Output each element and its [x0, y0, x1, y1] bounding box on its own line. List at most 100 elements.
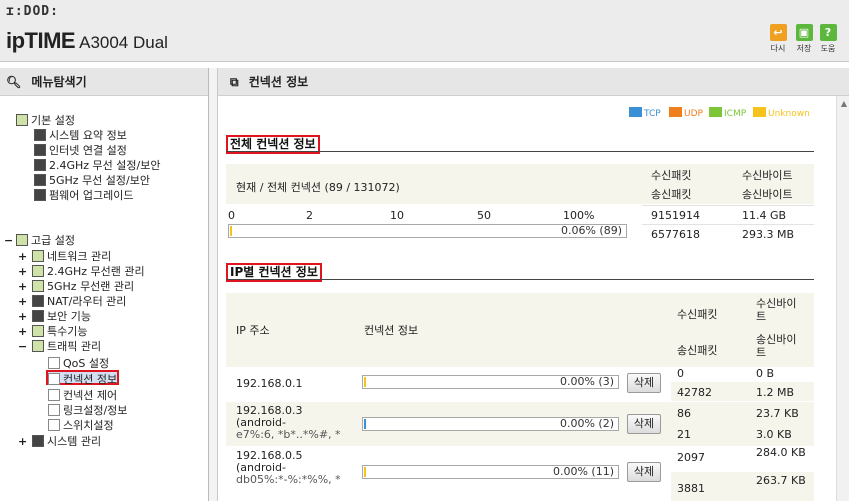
menu-explorer-header: 🔍︎ 메뉴탐색기	[0, 68, 208, 96]
tree-item-firmware[interactable]: 펌웨어 업그레이드	[34, 188, 133, 203]
row-tx-packets: 3881	[677, 482, 705, 495]
row-connection-bar-text: 0.00% (11)	[552, 465, 614, 478]
tree-label: 시스템 관리	[47, 435, 102, 448]
expand-icon[interactable]: +	[18, 309, 28, 324]
collapse-icon[interactable]: −	[18, 339, 28, 354]
expand-icon[interactable]: +	[18, 264, 28, 279]
total-tx-packets: 6577618	[651, 228, 700, 241]
row-tx-bytes: 1.2 MB	[756, 386, 795, 399]
expand-icon[interactable]: +	[18, 249, 28, 264]
expand-icon[interactable]: +	[18, 324, 28, 339]
udp-swatch	[669, 107, 682, 117]
delete-button[interactable]: 삭제	[627, 462, 661, 482]
legend-label: Unknown	[768, 109, 810, 119]
help-button[interactable]: ? 도움	[815, 24, 841, 54]
row-mac-obscured: db05%:*-%:*%%, *	[236, 473, 341, 486]
row-tx-packets: 21	[677, 428, 691, 441]
page-title: 컨넥션 정보	[248, 75, 309, 89]
row-rx-bytes: 284.0 KB	[756, 446, 806, 459]
row-connection-bar-fill	[364, 419, 366, 429]
ip-table-header-shade	[226, 293, 814, 367]
tcp-swatch	[629, 107, 642, 117]
model-name: A3004 Dual	[79, 33, 168, 52]
row-rx-packets: 2097	[677, 451, 705, 464]
page-icon	[48, 389, 60, 401]
folder-icon	[16, 234, 28, 246]
expand-icon[interactable]: +	[18, 434, 28, 449]
wifi-icon	[34, 159, 46, 171]
tree-item-connection-control[interactable]: 컨넥션 제어	[48, 388, 117, 403]
chart-icon	[32, 435, 44, 447]
legend-udp: UDP	[669, 107, 703, 119]
total-rx-bytes: 11.4 GB	[742, 209, 787, 222]
row-tx-bytes: 263.7 KB	[756, 474, 806, 487]
icmp-swatch	[709, 107, 722, 117]
row-divider	[642, 205, 814, 206]
menu-explorer-panel: 🔍︎ 메뉴탐색기 기본 설정 시스템 요약 정보 인터넷 연결 설정 2.4GH…	[0, 68, 209, 501]
vertical-scrollbar[interactable]	[836, 96, 849, 501]
refresh-icon: ↩	[769, 24, 787, 41]
tree-item-wifi24-setup[interactable]: 2.4GHz 무선 설정/보안	[34, 158, 160, 173]
tree-label: 트래픽 관리	[47, 340, 102, 353]
tree-label: 2.4GHz 무선랜 관리	[47, 265, 145, 278]
brand-logo: ɪ:DOD:	[6, 4, 59, 19]
tree-label: 고급 설정	[31, 234, 75, 247]
save-label: 저장	[796, 44, 812, 53]
tree-label: 보안 기능	[47, 310, 91, 323]
save-button[interactable]: ▣ 저장	[791, 24, 817, 54]
delete-button[interactable]: 삭제	[627, 373, 661, 393]
tree-item-internet-setup[interactable]: 인터넷 연결 설정	[34, 143, 127, 158]
row-divider	[642, 224, 814, 225]
window-icon: ⧉	[230, 75, 239, 89]
tree-item-qos[interactable]: QoS 설정	[48, 356, 109, 371]
tree-item-switch-setup[interactable]: 스위치설정	[48, 418, 114, 433]
tree-item-connection-info[interactable]: 컨넥션 정보	[46, 370, 120, 386]
expand-icon[interactable]: +	[18, 294, 28, 309]
row-mac-obscured: e7%:6, *b*..*%#, *	[236, 428, 341, 441]
row-rx-packets: 86	[677, 407, 691, 420]
tree-item-system-manage[interactable]: + 시스템 관리	[18, 434, 101, 449]
scroll-up-icon[interactable]: ▲	[841, 99, 847, 108]
expand-icon[interactable]: +	[18, 279, 28, 294]
panel-splitter[interactable]	[209, 68, 218, 501]
save-icon: ▣	[795, 24, 813, 41]
tree-item-wifi24-manage[interactable]: +2.4GHz 무선랜 관리	[18, 264, 145, 279]
rx-packets-column-header: 수신패킷	[677, 308, 718, 321]
search-icon: 🔍︎	[6, 75, 22, 89]
product-title: ipTIME A3004 Dual	[6, 28, 168, 54]
tree-item-traffic[interactable]: − 트래픽 관리	[18, 339, 101, 354]
help-label: 도움	[820, 44, 836, 53]
current-total-connections: 현재 / 전체 컨넥션 (89 / 131072)	[236, 181, 400, 194]
row-connection-bar-text: 0.00% (2)	[559, 417, 614, 430]
tree-basic-settings[interactable]: 기본 설정	[16, 113, 75, 128]
total-rx-packets: 9151914	[651, 209, 700, 222]
tree-item-network[interactable]: + 네트워크 관리	[18, 249, 111, 264]
tx-packets-column-header: 송신패킷	[677, 344, 718, 357]
tree-item-system-summary[interactable]: 시스템 요약 정보	[34, 128, 127, 143]
section-divider	[226, 279, 814, 280]
tree-item-wifi5-setup[interactable]: 5GHz 무선 설정/보안	[34, 173, 150, 188]
folder-icon	[16, 114, 28, 126]
tree-label: 스위치설정	[63, 419, 114, 432]
row-tx-packets: 42782	[677, 386, 712, 399]
collapse-icon[interactable]: −	[4, 233, 14, 248]
tree-item-wifi5-manage[interactable]: +5GHz 무선랜 관리	[18, 279, 134, 294]
scale-tick: 2	[306, 209, 313, 222]
wifi-icon	[34, 174, 46, 186]
legend-icmp: ICMP	[709, 107, 746, 119]
tree-item-security[interactable]: + 보안 기능	[18, 309, 91, 324]
row-connection-bar: 0.00% (2)	[362, 417, 619, 431]
rx-bytes-column-header: 수신바이트	[756, 297, 797, 323]
unknown-swatch	[753, 107, 766, 117]
tree-item-link-setup[interactable]: 링크설정/정보	[48, 403, 127, 418]
tree-advanced-settings[interactable]: − 고급 설정	[4, 233, 75, 248]
delete-button[interactable]: 삭제	[627, 414, 661, 434]
tree-item-nat-router[interactable]: + NAT/라우터 관리	[18, 294, 126, 309]
monitor-icon	[34, 144, 46, 156]
row-rx-bytes: 23.7 KB	[756, 407, 799, 420]
traffic-icon	[32, 340, 44, 352]
refresh-button[interactable]: ↩ 다시	[765, 24, 791, 54]
wifi-icon	[32, 280, 44, 292]
row-ip: 192.168.0.1	[236, 377, 303, 390]
tree-item-special[interactable]: + 특수기능	[18, 324, 87, 339]
